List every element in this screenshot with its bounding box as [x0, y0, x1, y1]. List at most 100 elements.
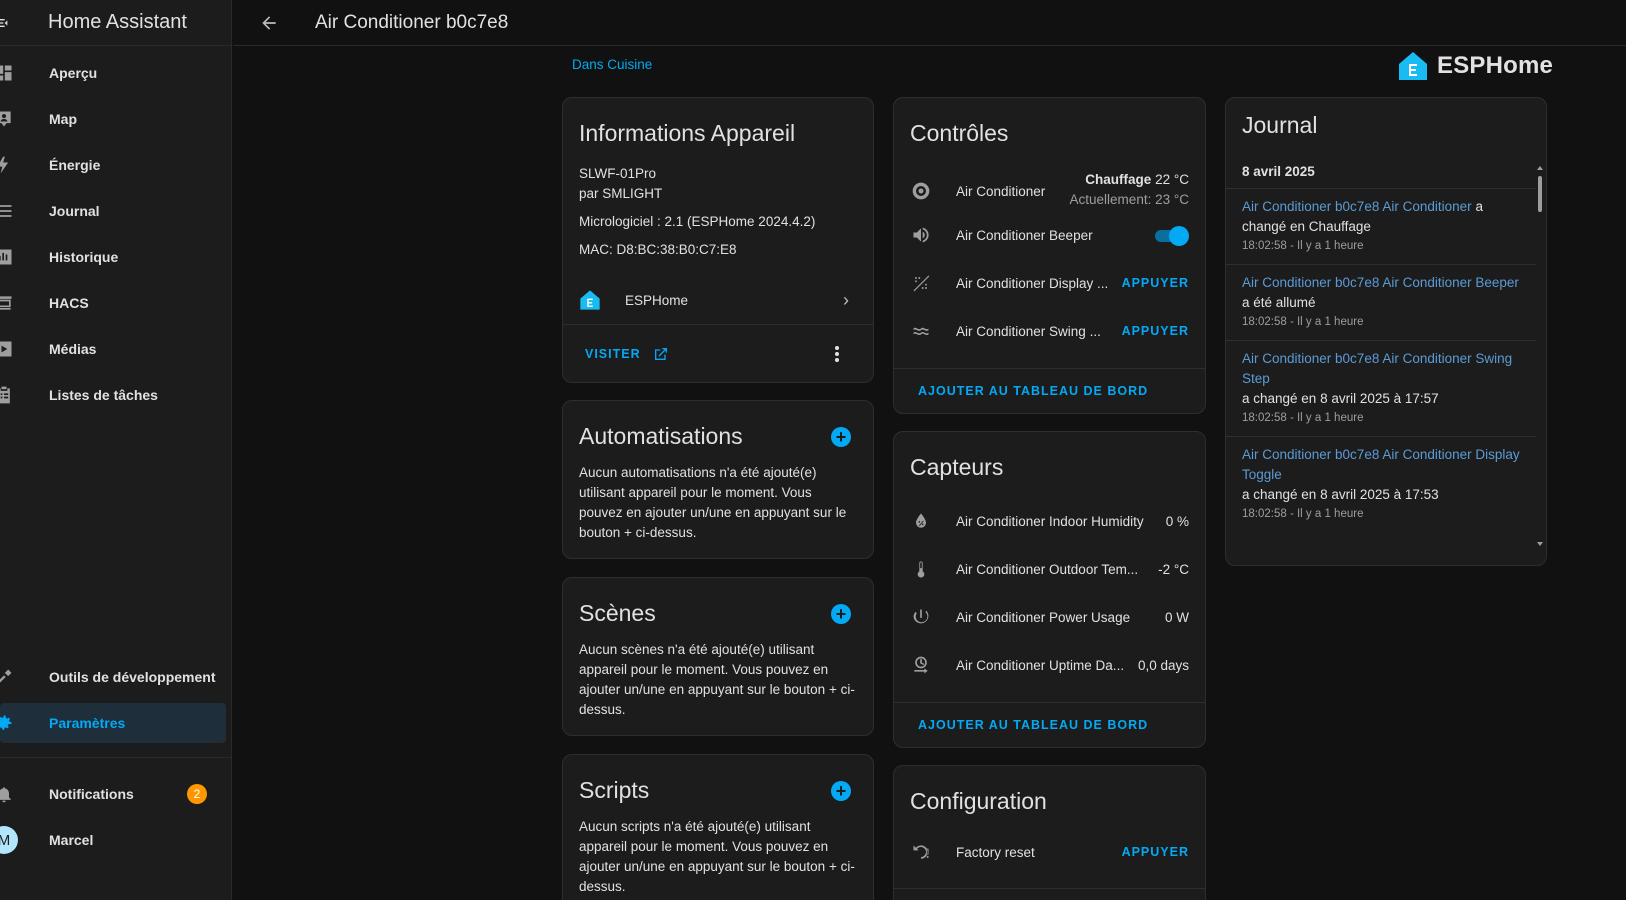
- scenes-card: Scènes + Aucun scènes n'a été ajouté(e) …: [562, 577, 874, 736]
- integration-name: ESPHome: [625, 292, 689, 308]
- clipboard-list-icon: [0, 385, 14, 405]
- climate-target: 22 °C: [1155, 172, 1189, 187]
- journal-event: a: [1475, 199, 1484, 214]
- power-icon: [910, 606, 932, 628]
- scenes-empty-text: Aucun scènes n'a été ajouté(e) utilisant…: [579, 642, 855, 717]
- chevron-right-icon: ›: [843, 289, 849, 310]
- sidebar-item-label: Notifications: [49, 786, 134, 802]
- sidebar-item-historique[interactable]: Historique: [0, 237, 226, 277]
- climate-current: Actuellement: 23 °C: [1069, 192, 1189, 207]
- automations-empty-text: Aucun automatisations n'a été ajouté(e) …: [579, 465, 847, 540]
- journal-time: 18:02:58 - Il y a 1 heure: [1242, 240, 1364, 252]
- journal-event: a changé en 8 avril 2025 à 17:53: [1242, 487, 1439, 502]
- sidebar-item-label: Paramètres: [49, 715, 126, 731]
- map-person-icon: [0, 109, 14, 129]
- sensor-value: -2 °C: [1158, 561, 1189, 577]
- divider: [894, 888, 1205, 889]
- volume-icon: [910, 224, 932, 246]
- sidebar-item-map[interactable]: Map: [0, 99, 226, 139]
- integration-row[interactable]: ESPHome ›: [563, 280, 873, 320]
- journal-entity-link[interactable]: Air Conditioner b0c7e8 Air Conditioner: [1242, 199, 1472, 214]
- sensor-value: 0,0 days: [1137, 657, 1189, 673]
- notification-badge: 2: [187, 784, 207, 804]
- entity-name: Air Conditioner Uptime Da...: [956, 657, 1125, 673]
- sidebar-item-dev-tools[interactable]: Outils de développement: [0, 657, 226, 697]
- journal-entry: Air Conditioner b0c7e8 Air Conditioner B…: [1226, 264, 1536, 340]
- sensor-row[interactable]: Air Conditioner Outdoor Tem... -2 °C: [894, 549, 1205, 589]
- sidebar-item-notifications[interactable]: Notifications 2: [0, 774, 226, 814]
- sidebar-item-label: Journal: [49, 203, 100, 219]
- sensor-row[interactable]: Air Conditioner Indoor Humidity 0 %: [894, 501, 1205, 541]
- card-title: Journal: [1242, 112, 1318, 138]
- page-title: Air Conditioner b0c7e8: [315, 11, 509, 33]
- journal-card: Journal 8 avril 2025 Air Conditioner b0c…: [1225, 97, 1547, 566]
- sidebar-item-energie[interactable]: Énergie: [0, 145, 226, 185]
- open-in-new-icon: [654, 348, 667, 360]
- sidebar-item-user[interactable]: M Marcel: [0, 820, 226, 860]
- chart-bar-icon: [0, 247, 14, 267]
- esphome-icon: [579, 289, 601, 311]
- scripts-card: Scripts + Aucun scripts n'a été ajouté(e…: [562, 754, 874, 900]
- esphome-logo-icon: [1399, 52, 1427, 80]
- more-vert-icon[interactable]: [835, 344, 841, 364]
- add-automation-button[interactable]: +: [831, 427, 851, 447]
- entity-name: Air Conditioner Beeper: [956, 227, 1093, 243]
- journal-entity-link[interactable]: Air Conditioner b0c7e8 Air Conditioner S…: [1242, 349, 1520, 389]
- card-title: Configuration: [910, 788, 1047, 814]
- journal-scrollbar[interactable]: [1537, 166, 1543, 546]
- sidebar-item-label: Énergie: [49, 157, 101, 173]
- sidebar-item-label: Map: [49, 111, 77, 127]
- add-scene-button[interactable]: +: [831, 604, 851, 624]
- restart-alert-icon: [910, 841, 932, 863]
- sidebar-item-hacs[interactable]: HACS: [0, 283, 226, 323]
- sidebar-item-medias[interactable]: Médias: [0, 329, 226, 369]
- device-manufacturer: par SMLIGHT: [579, 186, 663, 201]
- back-arrow-icon[interactable]: [257, 11, 281, 35]
- user-name: Marcel: [49, 832, 94, 848]
- climate-mode: Chauffage: [1085, 172, 1152, 187]
- visit-label: VISITER: [585, 347, 641, 361]
- divider: [894, 702, 1205, 703]
- water-percent-icon: [910, 510, 932, 532]
- configuration-card: Configuration Factory reset APPUYER: [893, 765, 1206, 900]
- add-to-dashboard-button[interactable]: AJOUTER AU TABLEAU DE BORD: [918, 384, 1148, 398]
- scripts-empty-text: Aucun scripts n'a été ajouté(e) utilisan…: [579, 819, 855, 894]
- entity-name: Air Conditioner Power Usage: [956, 609, 1131, 625]
- display-press-button[interactable]: APPUYER: [1122, 276, 1189, 290]
- sidebar-item-listes[interactable]: Listes de tâches: [0, 375, 226, 415]
- timer-arrow-icon: [910, 654, 932, 676]
- journal-entry: Air Conditioner b0c7e8 Air Conditioner S…: [1226, 340, 1536, 436]
- card-title: Scripts: [579, 777, 650, 803]
- add-to-dashboard-button[interactable]: AJOUTER AU TABLEAU DE BORD: [918, 718, 1148, 732]
- sensor-value: 0 W: [1164, 609, 1189, 625]
- display-toggle-icon: [910, 272, 932, 294]
- device-firmware: Micrologiciel : 2.1 (ESPHome 2024.4.2): [579, 214, 816, 229]
- hammer-icon: [0, 667, 14, 687]
- entity-name: Air Conditioner Display ...: [956, 275, 1109, 291]
- list-icon: [0, 201, 14, 221]
- visit-button[interactable]: VISITER: [585, 346, 669, 362]
- sensor-row[interactable]: Air Conditioner Power Usage 0 W: [894, 597, 1205, 637]
- journal-entity-link[interactable]: Air Conditioner b0c7e8 Air Conditioner B…: [1242, 273, 1520, 293]
- menu-collapse-icon[interactable]: [0, 0, 20, 46]
- sidebar-item-parametres[interactable]: Paramètres: [0, 703, 226, 743]
- beeper-toggle[interactable]: [1153, 226, 1189, 246]
- factory-reset-press-button[interactable]: APPUYER: [1122, 845, 1189, 859]
- lightning-icon: [0, 155, 14, 175]
- journal-entry: Air Conditioner b0c7e8 Air Conditioner D…: [1226, 436, 1536, 532]
- device-info-card: Informations Appareil SLWF-01Pro par SML…: [562, 97, 874, 383]
- swing-press-button[interactable]: APPUYER: [1122, 324, 1189, 338]
- sensor-row[interactable]: Air Conditioner Uptime Da... 0,0 days: [894, 645, 1205, 685]
- sidebar-item-journal[interactable]: Journal: [0, 191, 226, 231]
- sensors-card: Capteurs Air Conditioner Indoor Humidity…: [893, 431, 1206, 748]
- area-link[interactable]: Dans Cuisine: [572, 57, 652, 72]
- sidebar-item-apercu[interactable]: Aperçu: [0, 53, 226, 93]
- sidebar-header: Home Assistant: [0, 0, 231, 46]
- journal-list[interactable]: Air Conditioner b0c7e8 Air Conditioner a…: [1226, 188, 1536, 552]
- climate-state: Chauffage 22 °C Actuellement: 23 °C: [1070, 170, 1189, 210]
- climate-row[interactable]: Air Conditioner Chauffage 22 °C Actuelle…: [894, 167, 1205, 215]
- journal-entity-link[interactable]: Air Conditioner b0c7e8 Air Conditioner D…: [1242, 445, 1520, 485]
- sidebar-item-label: Médias: [49, 341, 97, 357]
- add-script-button[interactable]: +: [831, 781, 851, 801]
- card-title: Contrôles: [910, 120, 1009, 146]
